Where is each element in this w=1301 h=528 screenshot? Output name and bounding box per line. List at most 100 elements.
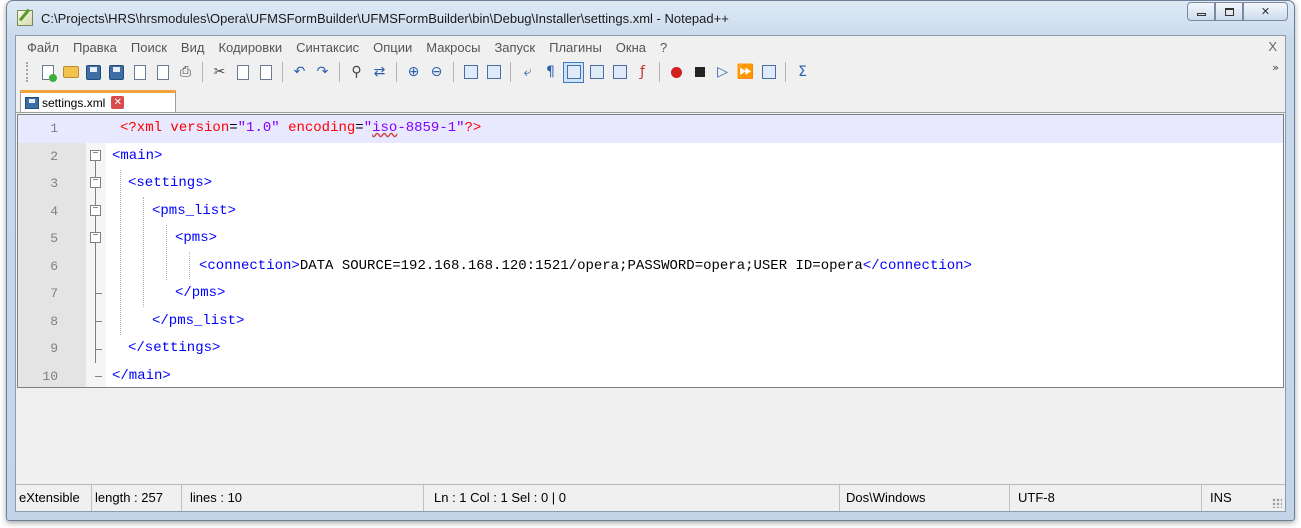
find-button[interactable]: ⚲ <box>346 62 367 83</box>
doc-map-icon <box>612 65 627 79</box>
code-text[interactable]: </settings> <box>128 335 220 363</box>
user-lang-button[interactable] <box>586 62 607 83</box>
close-document-button[interactable]: X <box>1268 39 1277 54</box>
new-file-button[interactable] <box>37 62 58 83</box>
code-text[interactable]: <pms_list> <box>152 198 236 226</box>
stop-macro-button[interactable] <box>689 62 710 83</box>
spellcheck-underline: iso <box>372 120 398 136</box>
status-bar: eXtensible length : 257 lines : 10 Ln : … <box>16 484 1285 511</box>
indent-guide-icon <box>566 65 581 79</box>
paste-button[interactable] <box>255 62 276 83</box>
code-line[interactable]: 2 − <main> <box>18 143 1283 171</box>
line-number: 7 <box>50 286 58 301</box>
sync-horizontal-button[interactable] <box>483 62 504 83</box>
code-text[interactable]: <main> <box>112 143 162 171</box>
menu-file[interactable]: Файл <box>20 40 66 55</box>
minimize-button[interactable] <box>1187 2 1215 21</box>
code-text[interactable]: <pms> <box>175 225 217 253</box>
close-all-button[interactable] <box>152 62 173 83</box>
code-text[interactable]: </pms> <box>175 280 225 308</box>
menu-view[interactable]: Вид <box>174 40 212 55</box>
undo-button[interactable]: ↶ <box>289 62 310 83</box>
run-macro-multiple-button[interactable]: ⏩ <box>735 62 756 83</box>
code-line[interactable]: 6 <connection>DATA SOURCE=192.168.168.12… <box>18 253 1283 281</box>
status-eol[interactable]: Dos\Windows <box>840 485 1010 511</box>
monitoring-button[interactable]: Σ <box>792 62 813 83</box>
code-line[interactable]: 7 </pms> <box>18 280 1283 308</box>
code-text[interactable]: <settings> <box>128 170 212 198</box>
window-title: C:\Projects\HRS\hrsmodules\Opera\UFMSFor… <box>41 11 729 26</box>
code-text[interactable]: </pms_list> <box>152 308 244 336</box>
status-insert-mode[interactable]: INS <box>1202 485 1264 511</box>
indent-guide-button[interactable] <box>563 61 584 83</box>
menu-windows[interactable]: Окна <box>609 40 653 55</box>
fold-collapse-icon[interactable]: − <box>90 204 101 216</box>
open-file-button[interactable] <box>60 62 81 83</box>
copy-button[interactable] <box>232 62 253 83</box>
word-wrap-button[interactable]: ⤶ <box>517 62 538 83</box>
maximize-icon <box>1224 7 1234 16</box>
menu-edit[interactable]: Правка <box>66 40 124 55</box>
cut-button[interactable]: ✂ <box>209 62 230 83</box>
print-button[interactable]: ⎙ <box>175 62 196 83</box>
replace-button[interactable]: ⇄ <box>369 62 390 83</box>
close-window-button[interactable]: ✕ <box>1243 2 1288 21</box>
save-macro-button[interactable] <box>758 62 779 83</box>
show-all-chars-button[interactable]: ¶ <box>540 62 561 83</box>
maximize-button[interactable] <box>1215 2 1243 21</box>
status-encoding[interactable]: UTF-8 <box>1010 485 1202 511</box>
line-number: 5 <box>50 231 58 246</box>
menu-search[interactable]: Поиск <box>124 40 174 55</box>
menu-macros[interactable]: Макросы <box>419 40 487 55</box>
sync-horizontal-icon <box>486 65 501 79</box>
code-text[interactable]: </main> <box>112 363 171 391</box>
save-all-button[interactable] <box>106 62 127 83</box>
notepadpp-app-icon[interactable] <box>17 10 33 26</box>
editor-area[interactable]: 1 <?xml version="1.0" encoding="iso-8859… <box>17 114 1284 388</box>
title-bar[interactable]: C:\Projects\HRS\hrsmodules\Opera\UFMSFor… <box>7 1 1294 35</box>
code-line[interactable]: 8 </pms_list> <box>18 308 1283 336</box>
code-line-current[interactable]: 1 <?xml version="1.0" encoding="iso-8859… <box>18 115 1283 143</box>
tab-close-icon[interactable]: ✕ <box>111 96 125 109</box>
code-text[interactable]: <?xml version="1.0" encoding="iso-8859-1… <box>120 115 481 143</box>
play-macro-button[interactable]: ▷ <box>712 62 733 83</box>
menu-options[interactable]: Опции <box>366 40 419 55</box>
save-all-icon <box>109 64 124 80</box>
code-text[interactable]: <connection>DATA SOURCE=192.168.168.120:… <box>199 253 972 281</box>
zoom-in-button[interactable]: ⊕ <box>403 62 424 83</box>
menu-encoding[interactable]: Кодировки <box>211 40 289 55</box>
zoom-out-button[interactable]: ⊖ <box>426 62 447 83</box>
sync-vertical-button[interactable] <box>460 62 481 83</box>
code-line[interactable]: 5 − <pms> <box>18 225 1283 253</box>
redo-button[interactable]: ↷ <box>312 62 333 83</box>
resize-grip-icon[interactable] <box>1272 498 1282 508</box>
toolbar-grip[interactable] <box>26 62 32 82</box>
toolbar-separator <box>202 62 203 82</box>
record-icon <box>671 66 682 78</box>
fold-collapse-icon[interactable]: − <box>90 232 101 243</box>
menu-bar: Файл Правка Поиск Вид Кодировки Синтакси… <box>16 36 1285 58</box>
function-list-button[interactable]: ƒ <box>632 62 653 83</box>
document-tab-bar: settings.xml ✕ <box>16 88 1285 113</box>
menu-plugins[interactable]: Плагины <box>542 40 609 55</box>
doc-map-button[interactable] <box>609 62 630 83</box>
fold-collapse-icon[interactable]: − <box>90 177 101 188</box>
toolbar-overflow-chevron[interactable]: » <box>1272 61 1279 74</box>
code-line[interactable]: 4 − <pms_list> <box>18 198 1283 226</box>
code-line[interactable]: 10 </main> <box>18 363 1283 391</box>
save-button[interactable] <box>83 62 104 83</box>
menu-run[interactable]: Запуск <box>487 40 542 55</box>
fold-collapse-icon[interactable]: − <box>90 149 101 161</box>
line-number: 4 <box>50 203 58 219</box>
menu-help[interactable]: ? <box>653 40 674 55</box>
menu-syntax[interactable]: Синтаксис <box>289 40 366 55</box>
zoom-out-icon: ⊖ <box>430 64 443 80</box>
code-line[interactable]: 3 − <settings> <box>18 170 1283 198</box>
copy-icon <box>236 64 249 80</box>
tab-settings-xml[interactable]: settings.xml ✕ <box>20 90 176 112</box>
close-file-icon <box>133 64 146 80</box>
close-file-button[interactable] <box>129 62 150 83</box>
binoculars-icon: ⚲ <box>351 64 362 80</box>
code-line[interactable]: 9 </settings> <box>18 335 1283 363</box>
record-macro-button[interactable] <box>666 62 687 83</box>
